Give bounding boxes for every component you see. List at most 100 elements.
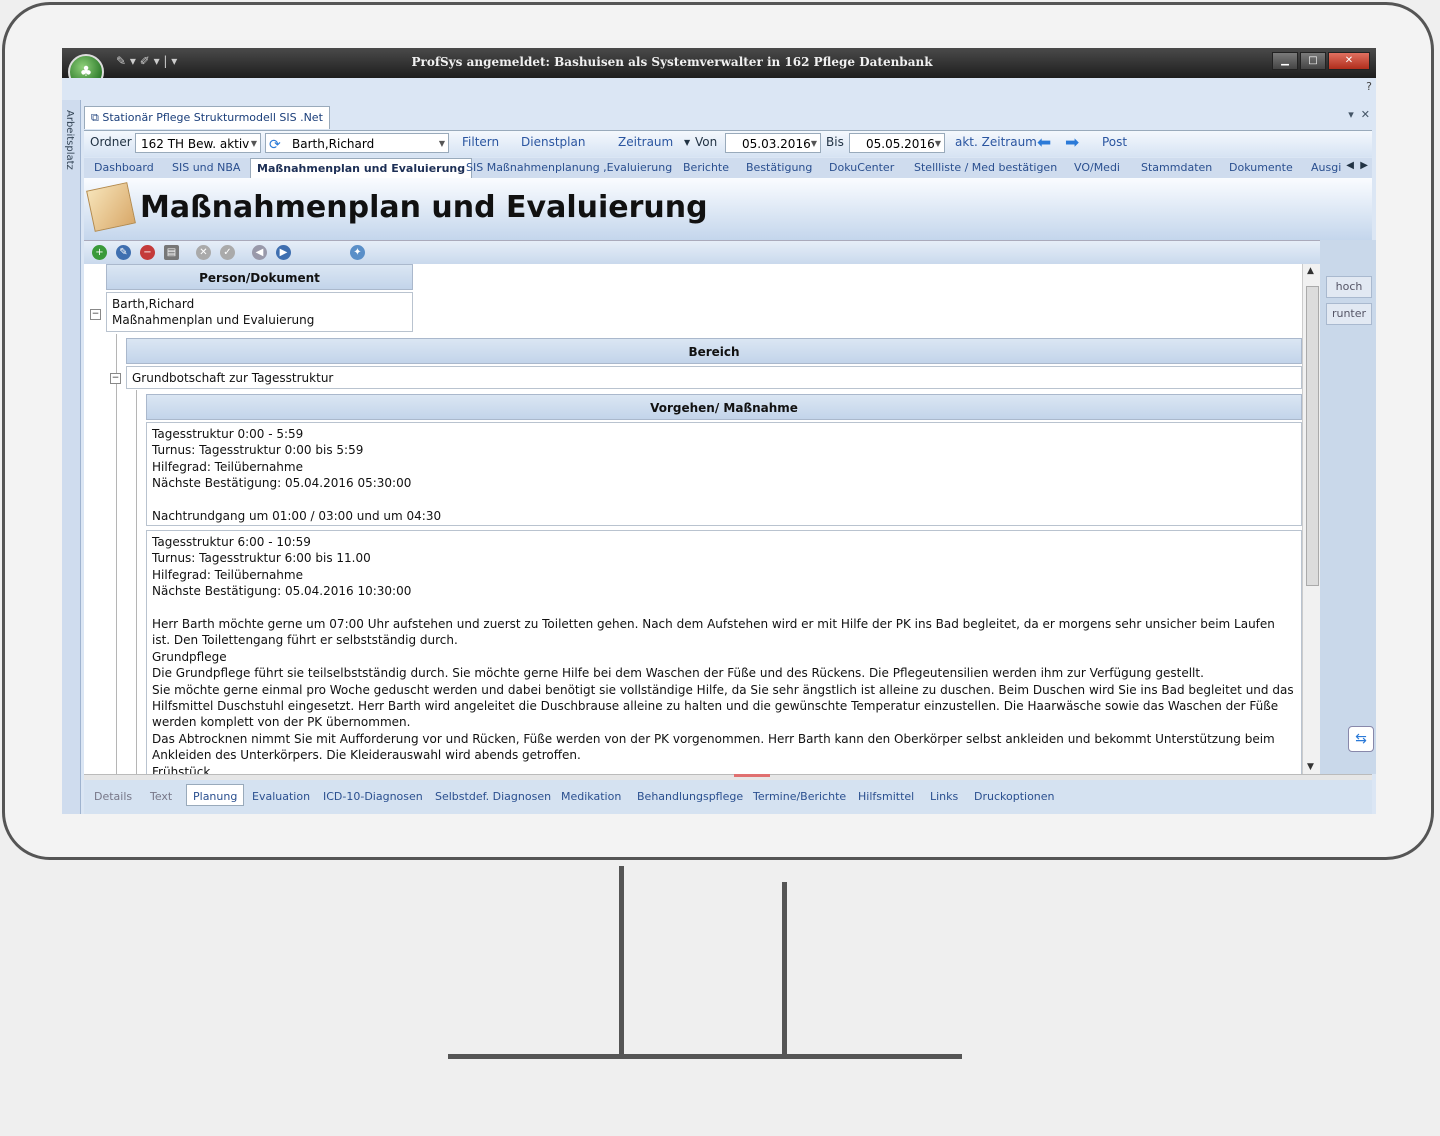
entry2-line: Das Abtrocknen nimmt Sie mit Aufforderun… [152, 731, 1275, 763]
ribbon-scroll-arrows[interactable]: ◀ ▶ [1346, 160, 1368, 171]
person-document: Maßnahmenplan und Evaluierung [112, 313, 315, 328]
tab-planung[interactable]: Planung [186, 784, 245, 806]
vorgehen-header[interactable]: Vorgehen/ Maßnahme [146, 394, 1302, 420]
zeitraum-dropdown-icon[interactable]: ▼ [684, 138, 690, 147]
bereich-cell[interactable]: Grundbotschaft zur Tagesstruktur [126, 366, 1302, 389]
tab-links[interactable]: Links [930, 790, 958, 803]
tab-massnahmenplan[interactable]: Maßnahmenplan und Evaluierung [250, 158, 473, 178]
entry1-line: Tagesstruktur 0:00 - 5:59 [152, 427, 304, 441]
back-icon[interactable]: ◀ [252, 245, 267, 260]
tab-evaluation[interactable]: Evaluation [252, 790, 310, 803]
tab-stellliste[interactable]: Stellliste / Med bestätigen [914, 161, 1057, 174]
tab-dokumente[interactable]: Dokumente [1229, 161, 1293, 174]
document-tab-label: Stationär Pflege Strukturmodell SIS .Net [102, 111, 323, 124]
runter-button[interactable]: runter [1326, 303, 1372, 325]
minimize-icon[interactable]: ▁ [1272, 52, 1298, 70]
maximize-icon[interactable]: □ [1300, 52, 1326, 70]
collapse-person-icon[interactable]: − [90, 309, 101, 320]
tab-dokucenter[interactable]: DokuCenter [829, 161, 894, 174]
add-icon[interactable]: + [92, 245, 107, 260]
tab-sis-massnahmenplanung[interactable]: SIS Maßnahmenplanung ,Evaluierung [466, 161, 672, 174]
help-button[interactable]: ? [1366, 80, 1372, 93]
entry2-line: Hilfegrad: Teilübernahme [152, 567, 303, 582]
post-button[interactable]: Post [1102, 135, 1127, 149]
tab-hilfsmittel[interactable]: Hilfsmittel [858, 790, 914, 803]
person-cell[interactable]: Barth,Richard Maßnahmenplan und Evaluier… [106, 292, 413, 332]
teamviewer-icon[interactable]: ⇆ [1348, 726, 1374, 752]
entry2-line: Turnus: Tagesstruktur 6:00 bis 11.00 [152, 551, 371, 566]
globe-icon[interactable]: ✦ [350, 245, 365, 260]
vertical-scrollbar[interactable]: ▲ ▼ [1302, 264, 1321, 774]
arrow-right-icon[interactable]: ➡ [1065, 134, 1079, 152]
bereich-header[interactable]: Bereich [126, 338, 1302, 364]
entry1-line: Hilfegrad: Teilübernahme [152, 459, 303, 474]
von-label: Von [695, 135, 718, 149]
akt-zeitraum-button[interactable]: akt. Zeitraum [955, 135, 1037, 149]
cancel-icon[interactable]: ✕ [196, 245, 211, 260]
monitor-stand-base [448, 1054, 962, 1059]
chevron-down-icon: ▼ [438, 139, 445, 148]
tab-vo-medi[interactable]: VO/Medi [1074, 161, 1120, 174]
collapse-bereich-icon[interactable]: − [110, 373, 121, 384]
title-bar: ♣ ✎ ▾ ✐ ▾ | ▾ ProfSys angemeldet: Bashui… [62, 48, 1376, 90]
filtern-button[interactable]: Filtern [462, 135, 499, 149]
tab-selbstdef-diagnosen[interactable]: Selbstdef. Diagnosen [435, 790, 551, 803]
chevron-down-icon: ▼ [250, 139, 257, 148]
entry2-line: Herr Barth möchte gerne um 07:00 Uhr auf… [152, 617, 1275, 648]
page-title: Maßnahmenplan und Evaluierung [140, 190, 708, 225]
tab-sis-nba[interactable]: SIS und NBA [172, 161, 240, 174]
action-icon-bar: + ✎ − ▤ ✕ ✓ ◀ ▶ ✦ [84, 240, 1320, 265]
tab-text[interactable]: Text [150, 790, 172, 803]
hoch-button[interactable]: hoch [1326, 276, 1372, 298]
tab-druckoptionen[interactable]: Druckoptionen [974, 790, 1055, 803]
tab-berichte[interactable]: Berichte [683, 161, 729, 174]
tab-details[interactable]: Details [94, 790, 132, 803]
print-icon[interactable]: ▤ [164, 245, 179, 260]
toolbar: Ordner 162 TH Bew. aktiv ▼ ⟳ Barth,Richard… [84, 130, 1372, 157]
close-icon[interactable]: ✕ [1328, 52, 1370, 70]
tab-bestaetigung[interactable]: Bestätigung [746, 161, 812, 174]
splitter-handle[interactable] [734, 774, 770, 777]
ordner-select[interactable]: 162 TH Bew. aktiv ▼ [135, 133, 261, 153]
tree-line [116, 334, 117, 774]
tab-dashboard[interactable]: Dashboard [94, 161, 154, 174]
entry2-line: Grundpflege [152, 649, 227, 664]
scroll-up-icon[interactable]: ▲ [1307, 266, 1314, 276]
forward-icon[interactable]: ▶ [276, 245, 291, 260]
ribbon-tabs: Dashboard SIS und NBA Maßnahmenplan und … [84, 158, 1372, 179]
zeitraum-button[interactable]: Zeitraum [618, 135, 673, 149]
tab-controls[interactable]: ▾ ✕ [1348, 108, 1370, 121]
von-date-field[interactable]: 05.03.2016 ▼ [725, 133, 821, 153]
person-select[interactable]: ⟳ Barth,Richard ▼ [265, 133, 449, 153]
person-name: Barth,Richard [112, 297, 195, 311]
bottom-tabs: Details Text Planung Evaluation ICD-10-D… [84, 780, 1372, 814]
arrow-left-icon[interactable]: ⬅ [1037, 134, 1051, 152]
person-header[interactable]: Person/Dokument [106, 264, 413, 290]
side-strip[interactable]: Arbeitsplatz [62, 100, 81, 814]
tab-behandlungspflege[interactable]: Behandlungspflege [637, 790, 743, 803]
confirm-icon[interactable]: ✓ [220, 245, 235, 260]
dienstplan-button[interactable]: Dienstplan [521, 135, 585, 149]
massnahme-entry-2[interactable]: Tagesstruktur 6:00 - 10:59 Turnus: Tages… [146, 530, 1302, 774]
entry2-line: Sie möchte gerne einmal pro Woche gedusc… [152, 682, 1294, 730]
tab-termine-berichte[interactable]: Termine/Berichte [753, 790, 846, 803]
massnahme-entry-1[interactable]: Tagesstruktur 0:00 - 5:59 Turnus: Tagess… [146, 422, 1302, 526]
von-date-value: 05.03.2016 [742, 137, 811, 151]
tab-icd10[interactable]: ICD-10-Diagnosen [323, 790, 423, 803]
monitor-stand-left [619, 866, 624, 1056]
scroll-thumb[interactable] [1306, 286, 1319, 586]
tab-stammdaten[interactable]: Stammdaten [1141, 161, 1212, 174]
bereich-value: Grundbotschaft zur Tagesstruktur [132, 371, 334, 385]
bis-date-field[interactable]: 05.05.2016 ▼ [849, 133, 945, 153]
edit-icon[interactable]: ✎ [116, 245, 131, 260]
right-panel: hoch runter ⇆ [1320, 240, 1376, 774]
tab-ausgi[interactable]: Ausgi [1311, 161, 1341, 174]
chevron-down-icon: ▼ [934, 139, 941, 148]
refresh-icon[interactable]: ⟳ [269, 135, 281, 155]
entry2-line: Die Grundpflege führt sie teilselbststän… [152, 666, 1204, 681]
document-tab[interactable]: ⧉ Stationär Pflege Strukturmodell SIS .N… [84, 106, 330, 129]
scroll-down-icon[interactable]: ▼ [1307, 762, 1314, 772]
bis-label: Bis [826, 135, 844, 149]
tab-medikation[interactable]: Medikation [561, 790, 621, 803]
delete-icon[interactable]: − [140, 245, 155, 260]
